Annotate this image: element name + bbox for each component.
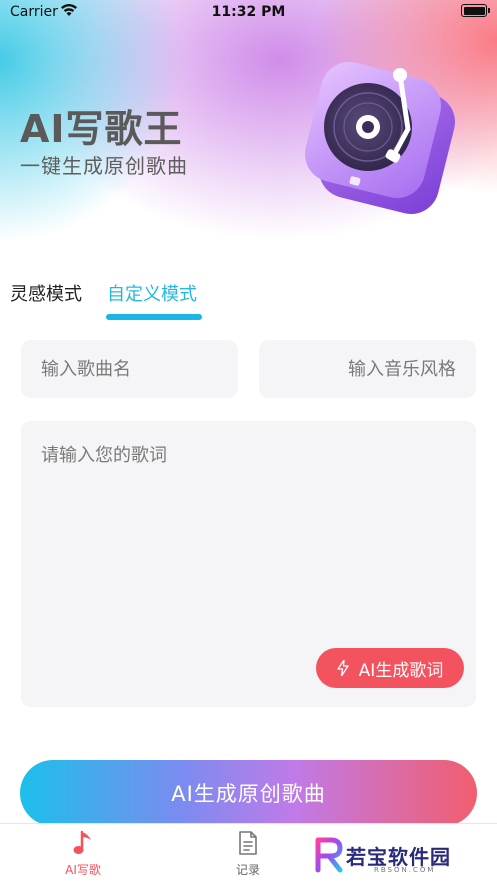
lightning-icon bbox=[337, 660, 349, 676]
tab-ai-write[interactable]: AI写歌 bbox=[48, 824, 118, 883]
music-style-input[interactable] bbox=[259, 340, 476, 398]
song-name-input[interactable] bbox=[21, 340, 238, 398]
generate-song-label: AI生成原创歌曲 bbox=[171, 782, 326, 806]
app-title: AI写歌王 bbox=[20, 107, 183, 151]
status-bar: Carrier 11:32 PM bbox=[0, 0, 497, 26]
mode-tabs: 灵感模式 自定义模式 bbox=[0, 280, 497, 324]
battery-icon bbox=[461, 4, 490, 17]
ai-generate-lyrics-button[interactable]: AI生成歌词 bbox=[316, 648, 464, 688]
watermark-subtext: RBSON.COM bbox=[374, 866, 436, 874]
ai-generate-lyrics-label: AI生成歌词 bbox=[358, 660, 444, 681]
tab-custom-mode[interactable]: 自定义模式 bbox=[107, 280, 197, 306]
music-note-icon bbox=[73, 830, 91, 854]
tab-records-label: 记录 bbox=[235, 863, 260, 877]
tab-ai-write-label: AI写歌 bbox=[65, 863, 101, 877]
document-icon bbox=[239, 831, 257, 855]
app-subtitle: 一键生成原创歌曲 bbox=[20, 154, 188, 178]
generate-song-button[interactable]: AI生成原创歌曲 bbox=[20, 760, 477, 826]
watermark-r-icon bbox=[315, 837, 343, 873]
active-tab-indicator bbox=[106, 314, 202, 320]
tab-records[interactable]: 记录 bbox=[213, 824, 283, 883]
status-time: 11:32 PM bbox=[211, 4, 286, 20]
tab-inspiration-mode[interactable]: 灵感模式 bbox=[10, 280, 82, 306]
watermark-logo: 若宝软件园 RBSON.COM bbox=[314, 836, 484, 876]
turntable-icon bbox=[304, 61, 456, 215]
